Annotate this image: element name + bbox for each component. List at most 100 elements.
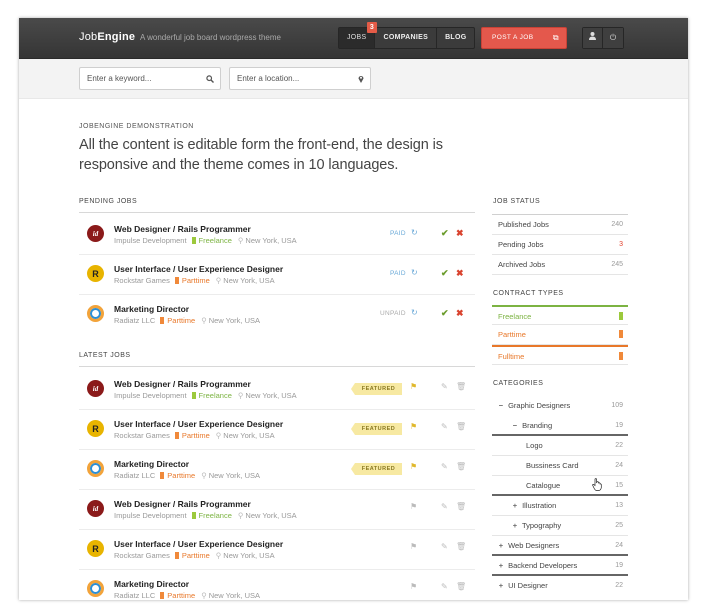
refresh-icon[interactable]: ↻ [411, 268, 418, 277]
nav-blog[interactable]: BLOG [437, 28, 474, 48]
edit-pencil-icon[interactable]: ✎ [441, 502, 448, 511]
featured-badge: FEATURED [351, 423, 402, 435]
category-item[interactable]: Bussiness Card 24 [492, 456, 628, 476]
job-title[interactable]: User Interface / User Experience Designe… [114, 264, 283, 274]
site-logo[interactable]: JobEngine [79, 31, 135, 43]
company-logo: R [87, 420, 104, 437]
bookmark-icon [619, 352, 623, 360]
contract-flag-icon [160, 472, 165, 479]
expand-icon[interactable]: + [496, 556, 506, 576]
search-bar: Enter a keyword... Enter a location... [19, 59, 688, 99]
category-item[interactable]: + UI Designer 22 [492, 576, 628, 596]
latest-job-row[interactable]: id Web Designer / Rails Programmer Impul… [79, 370, 475, 410]
user-icon[interactable] [583, 28, 603, 48]
intro-label: JOBENGINE DEMONSTRATION [79, 123, 194, 130]
approve-check-icon[interactable]: ✔ [441, 308, 449, 319]
payment-status: PAID [390, 270, 406, 277]
refresh-icon[interactable]: ↻ [411, 228, 418, 237]
trash-icon[interactable]: 🗑 [456, 382, 466, 391]
category-item[interactable]: + Illustration 13 [492, 496, 628, 516]
latest-job-row[interactable]: id Web Designer / Rails Programmer Impul… [79, 490, 475, 530]
reject-x-icon[interactable]: ✖ [456, 228, 464, 239]
reject-x-icon[interactable]: ✖ [456, 308, 464, 319]
expand-icon[interactable]: + [496, 576, 506, 596]
location-pin-icon: ⚲ [215, 431, 222, 440]
category-item[interactable]: Catalogue 15 [492, 476, 628, 496]
pending-job-row[interactable]: Marketing Director Radiatz LLC Parttime ⚲ N… [79, 295, 475, 335]
job-title[interactable]: User Interface / User Experience Designe… [114, 539, 283, 549]
contract-fulltime[interactable]: Fulltime [492, 345, 628, 365]
trash-icon[interactable]: 🗑 [456, 502, 466, 511]
job-meta: Radiatz LLC Parttime ⚲ New York, USA [114, 471, 260, 480]
location-pin-icon: ⚲ [201, 316, 207, 325]
edit-pencil-icon[interactable]: ✎ [441, 422, 448, 431]
latest-job-row[interactable]: Marketing Director Radiatz LLC Parttime ⚲ N… [79, 450, 475, 490]
latest-job-row[interactable]: Marketing Director Radiatz LLC Parttime ⚲ N… [79, 570, 475, 610]
trash-icon[interactable]: 🗑 [456, 542, 466, 551]
status-published[interactable]: Published Jobs 240 [492, 215, 628, 235]
flag-icon[interactable]: ⚑ [410, 422, 417, 431]
flag-icon[interactable]: ⚑ [410, 462, 417, 471]
job-title[interactable]: Marketing Director [114, 579, 189, 589]
category-item[interactable]: − Branding 19 [492, 416, 628, 436]
trash-icon[interactable]: 🗑 [456, 582, 466, 591]
refresh-icon[interactable]: ↻ [411, 308, 418, 317]
status-pending[interactable]: Pending Jobs 3 [492, 235, 628, 255]
latest-job-row[interactable]: R User Interface / User Experience Desig… [79, 530, 475, 570]
payment-status: PAID [390, 230, 406, 237]
collapse-icon[interactable]: − [510, 416, 520, 436]
collapse-icon[interactable]: − [496, 396, 506, 416]
nav-companies[interactable]: COMPANIES [375, 28, 438, 48]
contract-types-title: CONTRACT TYPES [493, 290, 564, 297]
location-search-input[interactable]: Enter a location... [229, 67, 371, 90]
contract-parttime[interactable]: Parttime [492, 325, 628, 345]
nav-jobs[interactable]: JOBS 3 [339, 22, 377, 48]
category-item[interactable]: + Web Designers 24 [492, 536, 628, 556]
expand-icon[interactable]: + [496, 536, 506, 556]
category-item[interactable]: − Graphic Designers 109 [492, 396, 628, 416]
company-logo [87, 460, 104, 477]
expand-icon[interactable]: + [510, 516, 520, 536]
company-logo: id [87, 380, 104, 397]
approve-check-icon[interactable]: ✔ [441, 268, 449, 279]
post-job-button[interactable]: POST A JOB ⧉ [481, 27, 567, 49]
job-title[interactable]: Marketing Director [114, 304, 189, 314]
keyword-search-input[interactable]: Enter a keyword... [79, 67, 221, 90]
reject-x-icon[interactable]: ✖ [456, 268, 464, 279]
approve-check-icon[interactable]: ✔ [441, 228, 449, 239]
edit-pencil-icon[interactable]: ✎ [441, 382, 448, 391]
pending-job-row[interactable]: id Web Designer / Rails Programmer Impul… [79, 215, 475, 255]
category-item[interactable]: Logo 22 [492, 436, 628, 456]
job-title[interactable]: Web Designer / Rails Programmer [114, 224, 251, 234]
company-logo [87, 580, 104, 597]
status-archived[interactable]: Archived Jobs 245 [492, 255, 628, 275]
expand-icon[interactable]: + [510, 496, 520, 516]
category-item[interactable]: + Backend Developers 19 [492, 556, 628, 576]
top-navbar: JobEngine A wonderful job board wordpres… [19, 18, 688, 59]
job-meta: Impulse Development Freelance ⚲ New York, U… [114, 391, 297, 400]
pending-job-row[interactable]: R User Interface / User Experience Desig… [79, 255, 475, 295]
job-title[interactable]: Web Designer / Rails Programmer [114, 499, 251, 509]
edit-pencil-icon[interactable]: ✎ [441, 462, 448, 471]
location-pin-icon: ⚲ [201, 471, 207, 480]
edit-pencil-icon[interactable]: ✎ [441, 542, 448, 551]
job-status-title: JOB STATUS [493, 198, 541, 205]
trash-icon[interactable]: 🗑 [456, 462, 466, 471]
job-title[interactable]: Web Designer / Rails Programmer [114, 379, 251, 389]
job-title[interactable]: Marketing Director [114, 459, 189, 469]
category-item[interactable]: + Typography 25 [492, 516, 628, 536]
power-icon[interactable]: ⏻ [603, 28, 623, 48]
latest-job-row[interactable]: R User Interface / User Experience Desig… [79, 410, 475, 450]
contract-types-list: Freelance Parttime Fulltime [492, 305, 628, 365]
flag-icon[interactable]: ⚑ [410, 542, 417, 551]
trash-icon[interactable]: 🗑 [456, 422, 466, 431]
company-logo: id [87, 500, 104, 517]
edit-pencil-icon[interactable]: ✎ [441, 582, 448, 591]
job-title[interactable]: User Interface / User Experience Designe… [114, 419, 283, 429]
flag-icon[interactable]: ⚑ [410, 382, 417, 391]
flag-icon[interactable]: ⚑ [410, 582, 417, 591]
page-frame: JobEngine A wonderful job board wordpres… [19, 18, 688, 600]
flag-icon[interactable]: ⚑ [410, 502, 417, 511]
company-logo: R [87, 540, 104, 557]
contract-freelance[interactable]: Freelance [492, 305, 628, 325]
